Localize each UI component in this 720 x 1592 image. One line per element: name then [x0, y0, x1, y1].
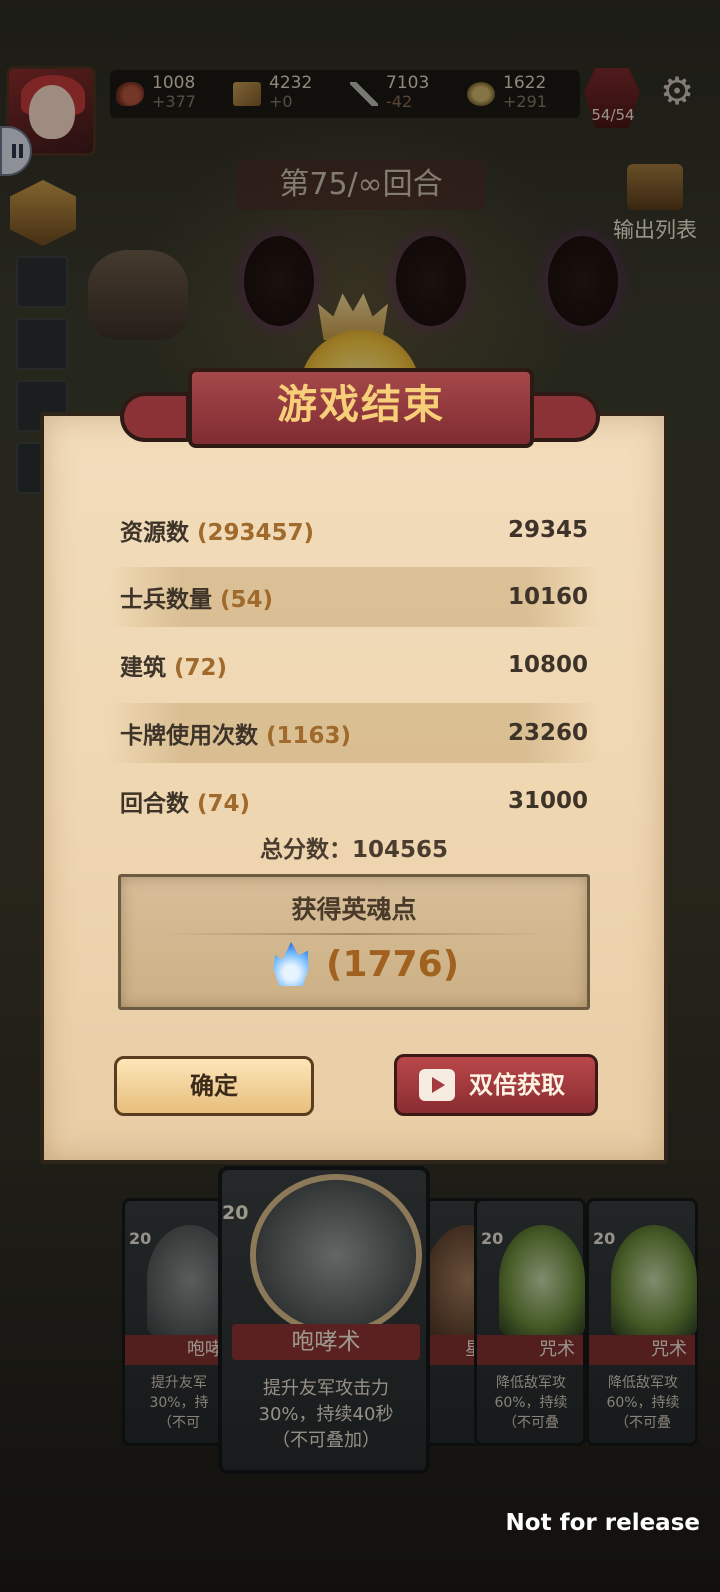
row-value: 10800	[507, 652, 588, 678]
row-label: 士兵数量 (54)	[120, 587, 274, 613]
confirm-button[interactable]: 确定	[114, 1056, 314, 1116]
watermark: Not for release	[505, 1510, 700, 1536]
total-score: 总分数：104565	[259, 837, 449, 863]
score-row-rounds: 回合数 (74) 31000	[108, 771, 600, 831]
double-reward-label: 双倍获取	[469, 1071, 565, 1099]
row-label: 卡牌使用次数 (1163)	[120, 723, 352, 749]
divider	[160, 933, 548, 935]
row-label: 回合数 (74)	[120, 791, 251, 817]
video-play-icon	[419, 1069, 455, 1101]
score-row-cards: 卡牌使用次数 (1163) 23260	[108, 703, 600, 763]
banner-wing-left	[120, 392, 190, 442]
row-value: 29345	[507, 517, 588, 543]
row-label: 建筑 (72)	[120, 655, 228, 681]
row-value: 10160	[507, 584, 588, 610]
row-label: 资源数 (293457)	[120, 520, 315, 546]
dialog-title: 游戏结束	[277, 382, 445, 428]
row-value: 31000	[507, 788, 588, 814]
score-row-resources: 资源数 (293457) 29345	[108, 500, 600, 560]
soul-points-value: (1776)	[326, 944, 460, 985]
soul-points-title: 获得英魂点	[291, 895, 417, 924]
double-reward-button[interactable]: 双倍获取	[394, 1054, 598, 1116]
banner-wing-right	[530, 392, 600, 442]
row-value: 23260	[507, 720, 588, 746]
score-row-buildings: 建筑 (72) 10800	[108, 635, 600, 695]
score-row-soldiers: 士兵数量 (54) 10160	[108, 567, 600, 627]
